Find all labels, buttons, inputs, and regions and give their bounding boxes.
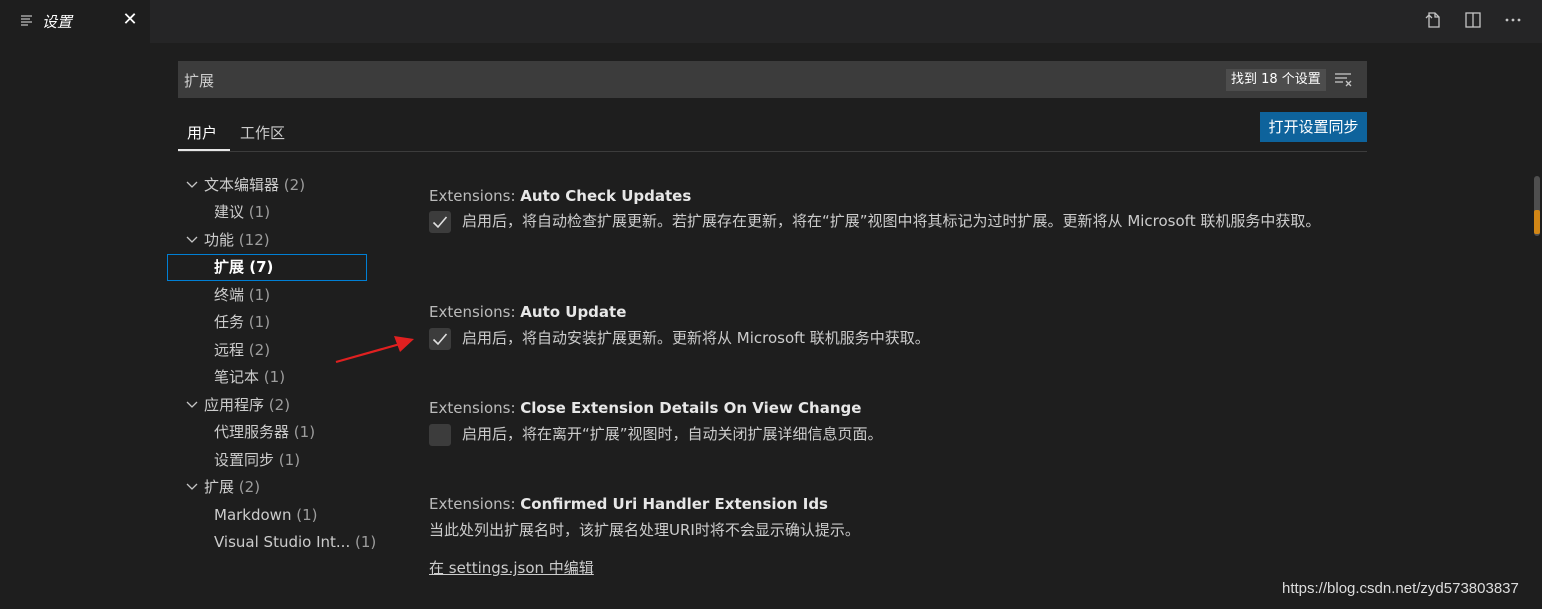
- toc-item-suggestions[interactable]: 建议 (1): [214, 199, 270, 225]
- toc-item-visual-studio-intellicode[interactable]: Visual Studio Int... (1): [214, 529, 376, 555]
- toc-item-application[interactable]: 应用程序 (2): [204, 392, 290, 418]
- more-actions-icon[interactable]: [1502, 9, 1524, 31]
- toc-item-markdown[interactable]: Markdown (1): [214, 502, 318, 528]
- search-result-count: 找到 18 个设置: [1226, 69, 1326, 91]
- toc-item-features[interactable]: 功能 (12): [204, 227, 270, 253]
- setting-title-confirmed-uri-handler: Extensions: Confirmed Uri Handler Extens…: [429, 495, 828, 513]
- chevron-down-icon[interactable]: [186, 227, 198, 253]
- editor-tab-bar: 设置 ✕: [0, 0, 1542, 43]
- annotation-arrow-icon: [335, 336, 414, 364]
- settings-tab[interactable]: 设置 ✕: [0, 0, 150, 43]
- toc-item-tasks[interactable]: 任务 (1): [214, 309, 270, 335]
- toc-item-settings-sync[interactable]: 设置同步 (1): [214, 447, 300, 473]
- chevron-down-icon[interactable]: [186, 392, 198, 418]
- search-input[interactable]: 扩展: [184, 70, 214, 91]
- filter-icon[interactable]: [1334, 70, 1352, 88]
- checkmark-icon: [432, 216, 448, 229]
- editor-actions: [1422, 9, 1524, 31]
- toc-item-extensions[interactable]: 扩展 (7): [214, 254, 273, 280]
- checkmark-icon: [432, 333, 448, 346]
- toc-item-proxy[interactable]: 代理服务器 (1): [214, 419, 315, 445]
- split-editor-icon[interactable]: [1462, 9, 1484, 31]
- setting-title-auto-update: Extensions: Auto Update: [429, 303, 627, 321]
- active-tab-indicator: [178, 149, 230, 151]
- tab-title: 设置: [42, 13, 73, 31]
- setting-description: 当此处列出扩展名时，该扩展名处理URI时将不会显示确认提示。: [429, 521, 860, 539]
- setting-description: 启用后，将自动安装扩展更新。更新将从 Microsoft 联机服务中获取。: [462, 329, 930, 347]
- auto-check-updates-checkbox[interactable]: [429, 211, 451, 233]
- open-settings-sync-button[interactable]: 打开设置同步: [1260, 112, 1367, 142]
- setting-title-auto-check-updates: Extensions: Auto Check Updates: [429, 187, 692, 205]
- toc-item-notebook[interactable]: 笔记本 (1): [214, 364, 285, 390]
- chevron-down-icon[interactable]: [186, 172, 198, 198]
- open-json-icon[interactable]: [1422, 9, 1444, 31]
- scrollbar[interactable]: [1532, 176, 1542, 236]
- auto-update-checkbox[interactable]: [429, 328, 451, 350]
- setting-title-close-extension-details: Extensions: Close Extension Details On V…: [429, 399, 862, 417]
- watermark: https://blog.csdn.net/zyd573803837: [1282, 580, 1519, 597]
- setting-description: 启用后，将在离开“扩展”视图时，自动关闭扩展详细信息页面。: [462, 425, 883, 443]
- settings-scope-tabs: 用户 工作区: [178, 112, 1367, 152]
- tab-user[interactable]: 用户: [187, 122, 217, 143]
- settings-search-bar: 扩展 找到 18 个设置: [178, 61, 1367, 98]
- toc-item-remote[interactable]: 远程 (2): [214, 337, 270, 363]
- toc-item-extensions-group[interactable]: 扩展 (2): [204, 474, 260, 500]
- chevron-down-icon[interactable]: [186, 474, 198, 500]
- tab-workspace[interactable]: 工作区: [240, 122, 285, 143]
- scroll-change-marker: [1534, 210, 1540, 234]
- toc-item-terminal[interactable]: 终端 (1): [214, 282, 270, 308]
- toc-item-text-editor[interactable]: 文本编辑器 (2): [204, 172, 305, 198]
- edit-in-settings-json-link[interactable]: 在 settings.json 中编辑: [429, 557, 594, 578]
- close-icon[interactable]: ✕: [120, 9, 140, 31]
- setting-description: 启用后，将自动检查扩展更新。若扩展存在更新，将在“扩展”视图中将其标记为过时扩展…: [462, 212, 1321, 230]
- settings-list-icon: [20, 13, 34, 27]
- close-extension-details-checkbox[interactable]: [429, 424, 451, 446]
